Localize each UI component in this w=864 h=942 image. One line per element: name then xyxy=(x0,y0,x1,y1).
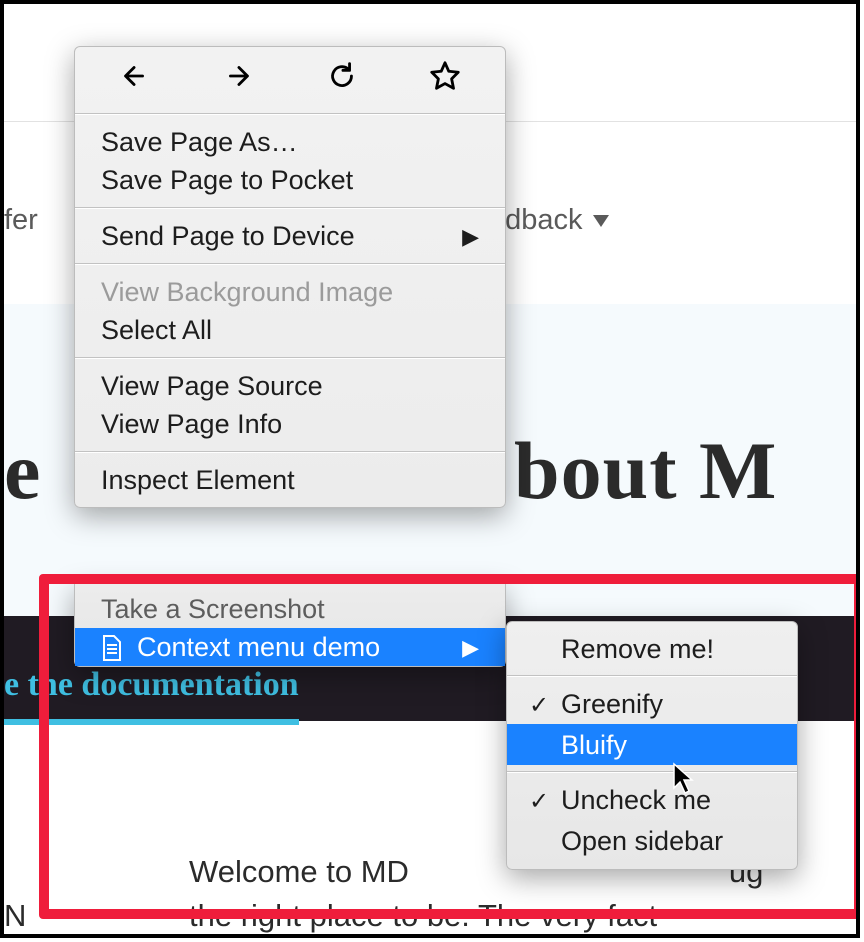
menu-item-view-page-source[interactable]: View Page Source xyxy=(75,367,505,405)
reload-icon xyxy=(325,59,359,93)
nav-back-button[interactable] xyxy=(110,59,160,99)
menu-item-take-screenshot-truncated[interactable]: Take a Screenshot xyxy=(75,584,505,628)
page-title: e bout M xyxy=(4,424,41,518)
context-menu-extension-section[interactable]: Take a Screenshot Context menu demo ▶ xyxy=(74,584,506,667)
nav-item-feedback[interactable]: edback xyxy=(489,204,609,237)
bookmark-button[interactable] xyxy=(420,59,470,99)
context-submenu[interactable]: Remove me! ✓ Greenify Bluify ✓ Uncheck m… xyxy=(506,621,798,870)
checkmark-icon: ✓ xyxy=(529,787,549,816)
menu-item-select-all[interactable]: Select All xyxy=(75,311,505,349)
menu-item-save-to-pocket[interactable]: Save Page to Pocket xyxy=(75,161,505,199)
submenu-item-uncheck-me[interactable]: ✓ Uncheck me xyxy=(507,779,797,820)
submenu-item-bluify[interactable]: Bluify xyxy=(507,724,797,765)
menu-item-label: Send Page to Device xyxy=(101,221,355,252)
submenu-item-open-sidebar[interactable]: Open sidebar xyxy=(507,820,797,861)
star-icon xyxy=(428,59,462,93)
menu-item-save-page-as[interactable]: Save Page As… xyxy=(75,123,505,161)
menu-item-view-background-image: View Background Image xyxy=(75,273,505,311)
document-icon xyxy=(101,635,123,661)
menu-item-inspect-element[interactable]: Inspect Element xyxy=(75,461,505,499)
submenu-item-label: Greenify xyxy=(561,689,663,719)
context-menu[interactable]: Save Page As… Save Page to Pocket Send P… xyxy=(74,46,506,508)
body-text-line-2: the right place to be. The very fact xyxy=(189,898,657,934)
checkmark-icon: ✓ xyxy=(529,691,549,720)
mouse-cursor-icon xyxy=(672,762,698,796)
menu-item-view-page-info[interactable]: View Page Info xyxy=(75,405,505,443)
menu-item-send-to-device[interactable]: Send Page to Device ▶ xyxy=(75,217,505,255)
submenu-arrow-icon: ▶ xyxy=(462,635,479,661)
submenu-item-label: Bluify xyxy=(561,730,627,760)
nav-forward-button[interactable] xyxy=(213,59,263,99)
submenu-item-greenify[interactable]: ✓ Greenify xyxy=(507,683,797,724)
page-title-right-fragment: bout M xyxy=(514,424,777,518)
arrow-right-icon xyxy=(221,59,255,93)
page-title-left-fragment: e xyxy=(4,425,41,516)
tab-documentation[interactable]: e the documentation xyxy=(4,666,299,725)
chevron-down-icon xyxy=(593,215,609,227)
submenu-arrow-icon: ▶ xyxy=(462,224,479,250)
submenu-item-remove-me[interactable]: Remove me! xyxy=(507,628,797,669)
arrow-left-icon xyxy=(118,59,152,93)
reload-button[interactable] xyxy=(317,59,367,99)
body-text-fragment-left: N xyxy=(4,898,26,934)
menu-item-label: Context menu demo xyxy=(137,632,380,663)
menu-item-context-menu-demo[interactable]: Context menu demo ▶ xyxy=(75,628,505,666)
nav-item-left-fragment[interactable]: fer xyxy=(4,204,38,237)
